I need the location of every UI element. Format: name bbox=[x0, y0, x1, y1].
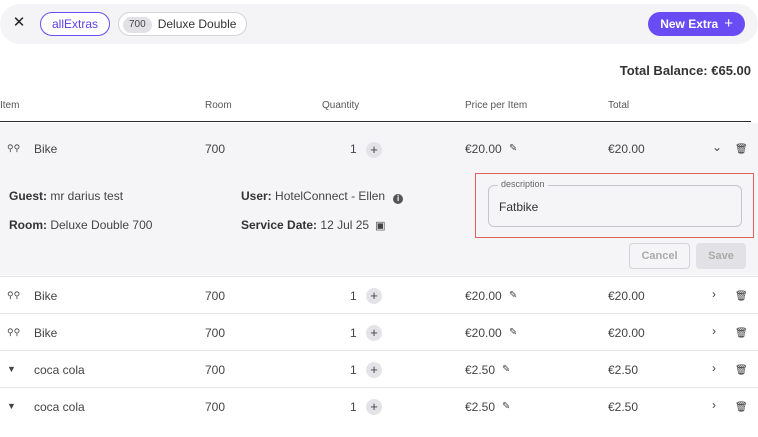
chevron-down-icon[interactable]: ⌄ bbox=[712, 140, 722, 154]
quantity-value: 1 bbox=[350, 326, 357, 340]
trash-icon[interactable]: 🗑 bbox=[735, 402, 748, 413]
table-row[interactable]: ⚲⚲ Bike 700 1 + €20.00 ✎ €20.00 ⌄ 🗑 bbox=[0, 123, 758, 173]
item-name: coca cola bbox=[34, 363, 85, 377]
edit-price-icon[interactable]: ✎ bbox=[502, 364, 510, 375]
calendar-icon[interactable]: ▣ bbox=[375, 220, 385, 232]
room-value: 700 bbox=[205, 142, 226, 156]
total-value: €20.00 bbox=[608, 289, 645, 303]
guest-info: Guest: mr darius test bbox=[9, 189, 123, 203]
column-quantity: Quantity bbox=[322, 100, 360, 111]
column-price: Price per Item bbox=[465, 100, 528, 111]
trash-icon[interactable]: 🗑 bbox=[735, 328, 748, 339]
close-icon[interactable]: ✕ bbox=[10, 14, 28, 32]
quantity-plus-button[interactable]: + bbox=[366, 288, 382, 304]
room-value: 700 bbox=[205, 289, 226, 303]
quantity-plus-button[interactable]: + bbox=[366, 399, 382, 415]
item-name: Bike bbox=[34, 142, 58, 156]
quantity-value: 1 bbox=[350, 363, 357, 377]
filter-bar: ✕ allExtras 700 Deluxe Double New Extra + bbox=[0, 4, 758, 44]
item-name: Bike bbox=[34, 289, 58, 303]
column-total: Total bbox=[608, 100, 630, 111]
total-value: €2.50 bbox=[608, 400, 639, 414]
new-extra-label: New Extra bbox=[660, 17, 719, 31]
chip-all-extras[interactable]: allExtras bbox=[40, 12, 111, 36]
total-balance: Total Balance: €65.00 bbox=[619, 63, 751, 78]
chevron-right-icon[interactable]: › bbox=[712, 287, 716, 301]
quantity-plus-button[interactable]: + bbox=[366, 362, 382, 378]
room-info: Room: Deluxe Double 700 bbox=[9, 218, 152, 232]
price-value: €20.00 bbox=[465, 326, 502, 340]
service-date-info: Service Date: 12 Jul 25 ▣ bbox=[241, 218, 386, 232]
room-value: 700 bbox=[205, 363, 226, 377]
trash-icon[interactable]: 🗑 bbox=[735, 291, 748, 302]
column-room: Room bbox=[205, 100, 232, 111]
edit-price-icon[interactable]: ✎ bbox=[502, 401, 510, 412]
new-extra-button[interactable]: New Extra + bbox=[648, 12, 745, 36]
quantity-value: 1 bbox=[350, 400, 357, 414]
guest-value: mr darius test bbox=[50, 189, 124, 203]
total-value: €2.50 bbox=[608, 363, 639, 377]
item-name: coca cola bbox=[34, 400, 85, 414]
room-number-badge: 700 bbox=[123, 17, 152, 33]
guest-label: Guest: bbox=[9, 189, 48, 203]
total-value: €20.00 bbox=[608, 326, 645, 340]
room-value: 700 bbox=[205, 400, 226, 414]
table-row[interactable]: ⚲⚲ Bike 700 1 + €20.00 ✎ €20.00 › 🗑 bbox=[0, 313, 758, 350]
service-date-value: 12 Jul 25 bbox=[320, 218, 370, 232]
table-row[interactable]: ⚲⚲ Bike 700 1 + €20.00 ✎ €20.00 › 🗑 bbox=[0, 276, 758, 313]
bike-icon: ⚲⚲ bbox=[7, 327, 21, 337]
service-date-label: Service Date: bbox=[241, 218, 318, 232]
trash-icon[interactable]: 🗑 bbox=[735, 144, 748, 155]
price-value: €20.00 bbox=[465, 289, 502, 303]
cup-icon: ▼ bbox=[7, 401, 16, 411]
quantity-value: 1 bbox=[350, 289, 357, 303]
table-row[interactable]: ▼ coca cola 700 1 + €2.50 ✎ €2.50 › 🗑 bbox=[0, 387, 758, 424]
cup-icon: ▼ bbox=[7, 364, 16, 374]
room-info-value: Deluxe Double 700 bbox=[50, 218, 153, 232]
room-name-label: Deluxe Double bbox=[157, 17, 237, 31]
room-label: Room: bbox=[9, 218, 47, 232]
column-item: Item bbox=[0, 100, 20, 111]
row-details-panel: Guest: mr darius test Room: Deluxe Doubl… bbox=[0, 172, 758, 275]
edit-price-icon[interactable]: ✎ bbox=[509, 327, 517, 338]
total-value: €20.00 bbox=[608, 142, 645, 156]
plus-icon: + bbox=[724, 15, 733, 32]
description-highlight: description Fatbike bbox=[475, 173, 754, 238]
bike-icon: ⚲⚲ bbox=[7, 290, 21, 300]
save-button[interactable]: Save bbox=[696, 243, 746, 269]
price-value: €2.50 bbox=[465, 400, 496, 414]
room-value: 700 bbox=[205, 326, 226, 340]
price-value: €2.50 bbox=[465, 363, 496, 377]
quantity-value: 1 bbox=[350, 142, 357, 156]
chip-room-filter[interactable]: 700 Deluxe Double bbox=[118, 12, 248, 36]
user-label: User: bbox=[241, 189, 272, 203]
cancel-button[interactable]: Cancel bbox=[629, 243, 690, 269]
description-label: description bbox=[498, 179, 548, 189]
chevron-right-icon[interactable]: › bbox=[712, 324, 716, 338]
item-name: Bike bbox=[34, 326, 58, 340]
quantity-plus-button[interactable]: + bbox=[366, 325, 382, 341]
quantity-plus-button[interactable]: + bbox=[366, 142, 382, 158]
bike-icon: ⚲⚲ bbox=[7, 143, 21, 153]
trash-icon[interactable]: 🗑 bbox=[735, 365, 748, 376]
chevron-right-icon[interactable]: › bbox=[712, 361, 716, 375]
chevron-right-icon[interactable]: › bbox=[712, 398, 716, 412]
table-row[interactable]: ▼ coca cola 700 1 + €2.50 ✎ €2.50 › 🗑 bbox=[0, 350, 758, 387]
price-value: €20.00 bbox=[465, 142, 502, 156]
edit-price-icon[interactable]: ✎ bbox=[509, 290, 517, 301]
info-icon[interactable]: i bbox=[393, 194, 404, 204]
description-field[interactable]: description Fatbike bbox=[488, 179, 742, 227]
description-value: Fatbike bbox=[499, 200, 539, 214]
user-value: HotelConnect - Ellen bbox=[275, 189, 386, 203]
user-info: User: HotelConnect - Ellen i bbox=[241, 189, 404, 204]
edit-price-icon[interactable]: ✎ bbox=[509, 143, 517, 154]
table-header: Item Room Quantity Price per Item Total bbox=[0, 97, 751, 122]
